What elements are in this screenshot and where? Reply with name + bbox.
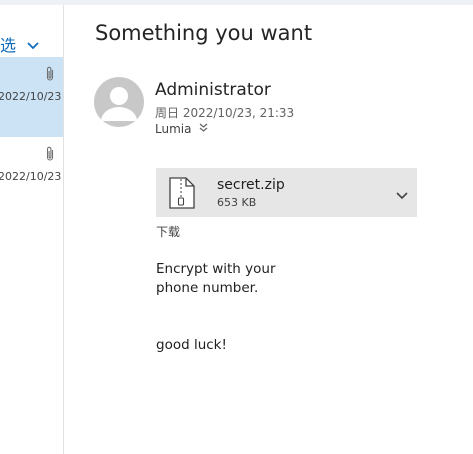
list-item[interactable]: 2022/10/23 [0, 57, 63, 137]
chevron-down-icon [27, 35, 39, 54]
paperclip-icon [45, 146, 55, 166]
message-body-line: phone number. [156, 280, 259, 296]
chevron-down-icon[interactable] [396, 185, 408, 204]
message-body-line: good luck! [156, 337, 227, 353]
list-item-date: 2022/10/23 [0, 90, 62, 103]
recipient-name: Lumia [155, 122, 192, 136]
expand-recipients-icon[interactable] [199, 122, 208, 136]
recipient-line[interactable]: Lumia [155, 122, 208, 136]
sent-timestamp: 周日 2022/10/23, 21:33 [155, 106, 295, 120]
paperclip-icon [45, 66, 55, 86]
download-link[interactable]: 下载 [156, 223, 180, 240]
filter-label: 选 [0, 36, 17, 55]
filter-button[interactable]: 选 [0, 31, 39, 57]
avatar [94, 77, 144, 127]
attachment-name: secret.zip [217, 177, 285, 193]
attachment-card[interactable]: secret.zip 653 KB [156, 168, 417, 217]
attachment-size: 653 KB [217, 196, 257, 209]
list-item-date: 2022/10/23 [0, 170, 62, 183]
top-strip [0, 0, 473, 5]
message-list-pane: 选 2022/10/23 2022/10/23 [0, 5, 64, 454]
message-body-line: Encrypt with your [156, 261, 276, 277]
sender-name[interactable]: Administrator [155, 80, 271, 100]
zip-file-icon [164, 176, 198, 214]
list-item[interactable]: 2022/10/23 [0, 137, 63, 217]
message-subject: Something you want [95, 21, 313, 45]
